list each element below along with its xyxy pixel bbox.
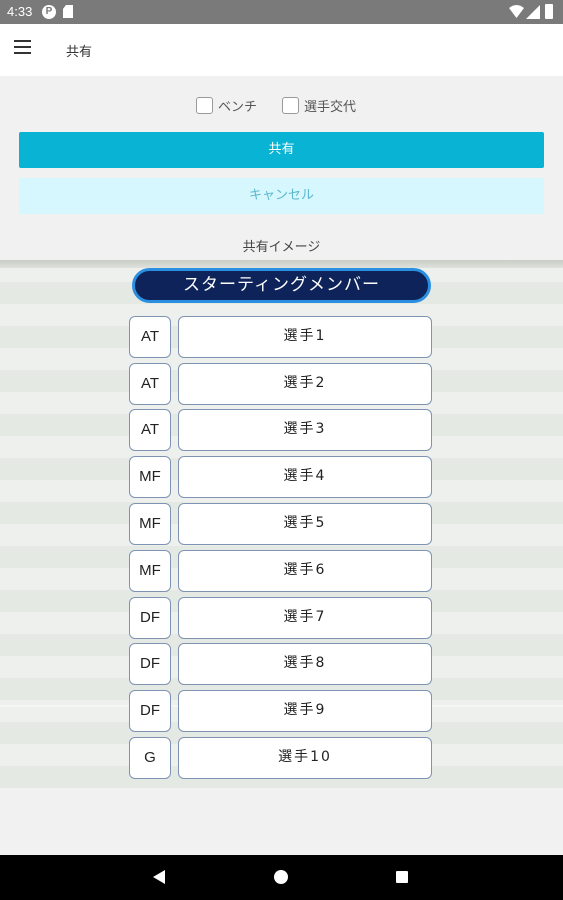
player-name: 選手9: [178, 690, 432, 732]
player-position: MF: [129, 550, 171, 592]
player-position: DF: [129, 690, 171, 732]
player-position: AT: [129, 316, 171, 358]
player-position: AT: [129, 363, 171, 405]
system-nav-bar: [0, 855, 563, 900]
stadium-background: [0, 260, 563, 268]
home-icon[interactable]: [274, 870, 288, 884]
player-row: AT 選手1: [129, 316, 432, 358]
player-row: MF 選手6: [129, 550, 432, 592]
hamburger-menu-icon[interactable]: [14, 40, 36, 60]
bench-checkbox[interactable]: ベンチ: [196, 96, 257, 115]
checkbox-icon[interactable]: [196, 97, 213, 114]
starting-members-header: スターティングメンバー: [132, 268, 431, 303]
substitution-label: 選手交代: [304, 100, 357, 115]
player-row: G 選手10: [129, 737, 432, 779]
player-row: DF 選手9: [129, 690, 432, 732]
substitution-checkbox[interactable]: 選手交代: [282, 96, 356, 115]
back-icon[interactable]: [153, 870, 165, 884]
cancel-button[interactable]: キャンセル: [19, 178, 544, 214]
player-row: DF 選手7: [129, 597, 432, 639]
player-name: 選手8: [178, 643, 432, 685]
player-name: 選手2: [178, 363, 432, 405]
player-name: 選手3: [178, 409, 432, 451]
bench-label: ベンチ: [218, 100, 258, 115]
share-preview-image: スターティングメンバー AT 選手1 AT 選手2 AT 選手3 MF 選手4 …: [0, 260, 563, 788]
content-bottom: [0, 788, 563, 855]
preview-label: 共有イメージ: [242, 240, 321, 255]
player-position: G: [129, 737, 171, 779]
player-row: AT 選手2: [129, 363, 432, 405]
app-bar: 共有: [0, 24, 563, 76]
status-bar: 4:33 P: [0, 0, 563, 24]
player-name: 選手4: [178, 456, 432, 498]
player-position: MF: [129, 456, 171, 498]
player-row: MF 選手4: [129, 456, 432, 498]
player-position: MF: [129, 503, 171, 545]
player-name: 選手7: [178, 597, 432, 639]
wifi-icon: [509, 5, 524, 18]
p-notification-icon: P: [42, 5, 56, 19]
player-name: 選手6: [178, 550, 432, 592]
player-position: AT: [129, 409, 171, 451]
checkbox-icon[interactable]: [282, 97, 299, 114]
battery-icon: [545, 4, 553, 19]
share-options: ベンチ 選手交代: [0, 96, 563, 116]
share-button[interactable]: 共有: [19, 132, 544, 168]
player-row: DF 選手8: [129, 643, 432, 685]
player-name: 選手1: [178, 316, 432, 358]
player-row: AT 選手3: [129, 409, 432, 451]
player-position: DF: [129, 643, 171, 685]
player-name: 選手5: [178, 503, 432, 545]
player-name: 選手10: [178, 737, 432, 779]
status-time: 4:33: [7, 4, 33, 19]
recents-icon[interactable]: [396, 871, 408, 883]
page-title: 共有: [66, 45, 93, 60]
sd-card-icon: [63, 5, 73, 18]
signal-icon: [526, 5, 540, 19]
player-row: MF 選手5: [129, 503, 432, 545]
player-position: DF: [129, 597, 171, 639]
